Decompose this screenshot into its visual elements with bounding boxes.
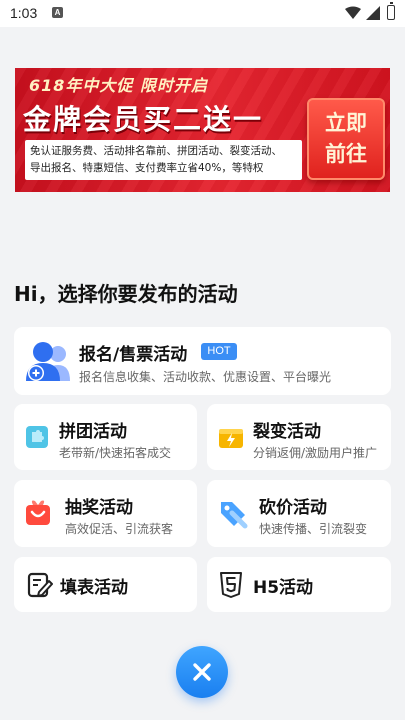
- html5-icon: [220, 572, 242, 598]
- notification-icon: A: [52, 7, 63, 18]
- card-subtitle: 快速传播、引流裂变: [259, 522, 368, 536]
- promo-banner[interactable]: 618年中大促 限时开启 金牌会员买二送一 免认证服务费、活动排名靠前、拼团活动…: [15, 68, 390, 192]
- close-button[interactable]: [176, 646, 228, 698]
- activity-card-signup[interactable]: 报名/售票活动 HOT 报名信息收集、活动收款、优惠设置、平台曝光: [14, 327, 391, 395]
- lightning-card-icon: [219, 429, 243, 448]
- activity-card-bargain[interactable]: 砍价活动 快速传播、引流裂变: [207, 480, 391, 547]
- card-subtitle: 老带新/快速拓客成交: [59, 446, 172, 460]
- hot-badge: HOT: [201, 343, 237, 360]
- card-title: 砍价活动: [259, 498, 327, 518]
- activity-card-fission[interactable]: 裂变活动 分销返佣/激励用户推广: [207, 404, 391, 470]
- card-title: H5活动: [253, 578, 314, 598]
- banner-cta-line: 立即: [325, 111, 367, 135]
- banner-cta-button[interactable]: 立即 前往: [307, 98, 385, 180]
- card-subtitle: 报名信息收集、活动收款、优惠设置、平台曝光: [79, 370, 332, 384]
- puzzle-icon: [26, 426, 48, 448]
- battery-icon: [387, 2, 395, 20]
- close-icon: [193, 663, 211, 681]
- card-subtitle: 高效促活、引流获客: [65, 522, 174, 536]
- activity-card-h5[interactable]: H5活动: [207, 557, 391, 612]
- status-time: 1:03: [10, 5, 38, 21]
- gift-box-icon: [26, 500, 50, 525]
- card-title: 裂变活动: [253, 422, 321, 442]
- banner-cta-line: 前往: [325, 142, 367, 166]
- banner-main-text: 金牌会员买二送一: [23, 103, 264, 136]
- price-tag-icon: [221, 502, 248, 529]
- edit-form-icon: [27, 572, 53, 598]
- card-title: 报名/售票活动: [79, 345, 188, 365]
- section-title: Hi，选择你要发布的活动: [14, 282, 238, 306]
- banner-desc-line: 免认证服务费、活动排名靠前、拼团活动、裂变活动、: [30, 145, 282, 157]
- card-title: 拼团活动: [59, 422, 127, 442]
- activity-card-lottery[interactable]: 抽奖活动 高效促活、引流获客: [14, 480, 197, 547]
- card-title: 填表活动: [60, 578, 128, 598]
- card-title: 抽奖活动: [65, 498, 133, 518]
- activity-card-group[interactable]: 拼团活动 老带新/快速拓客成交: [14, 404, 197, 470]
- banner-headline: 618年中大促 限时开启: [29, 76, 208, 95]
- wifi-icon: [345, 6, 361, 19]
- banner-desc-line: 导出报名、特惠短信、支付费率立省40%，等特权: [30, 162, 264, 174]
- activity-card-form[interactable]: 填表活动: [14, 557, 197, 612]
- card-subtitle: 分销返佣/激励用户推广: [253, 446, 378, 460]
- banner-description: 免认证服务费、活动排名靠前、拼团活动、裂变活动、 导出报名、特惠短信、支付费率立…: [25, 140, 302, 180]
- user-plus-icon: [26, 342, 70, 381]
- signal-icon: [366, 6, 380, 20]
- status-bar: 1:03 A: [0, 0, 405, 27]
